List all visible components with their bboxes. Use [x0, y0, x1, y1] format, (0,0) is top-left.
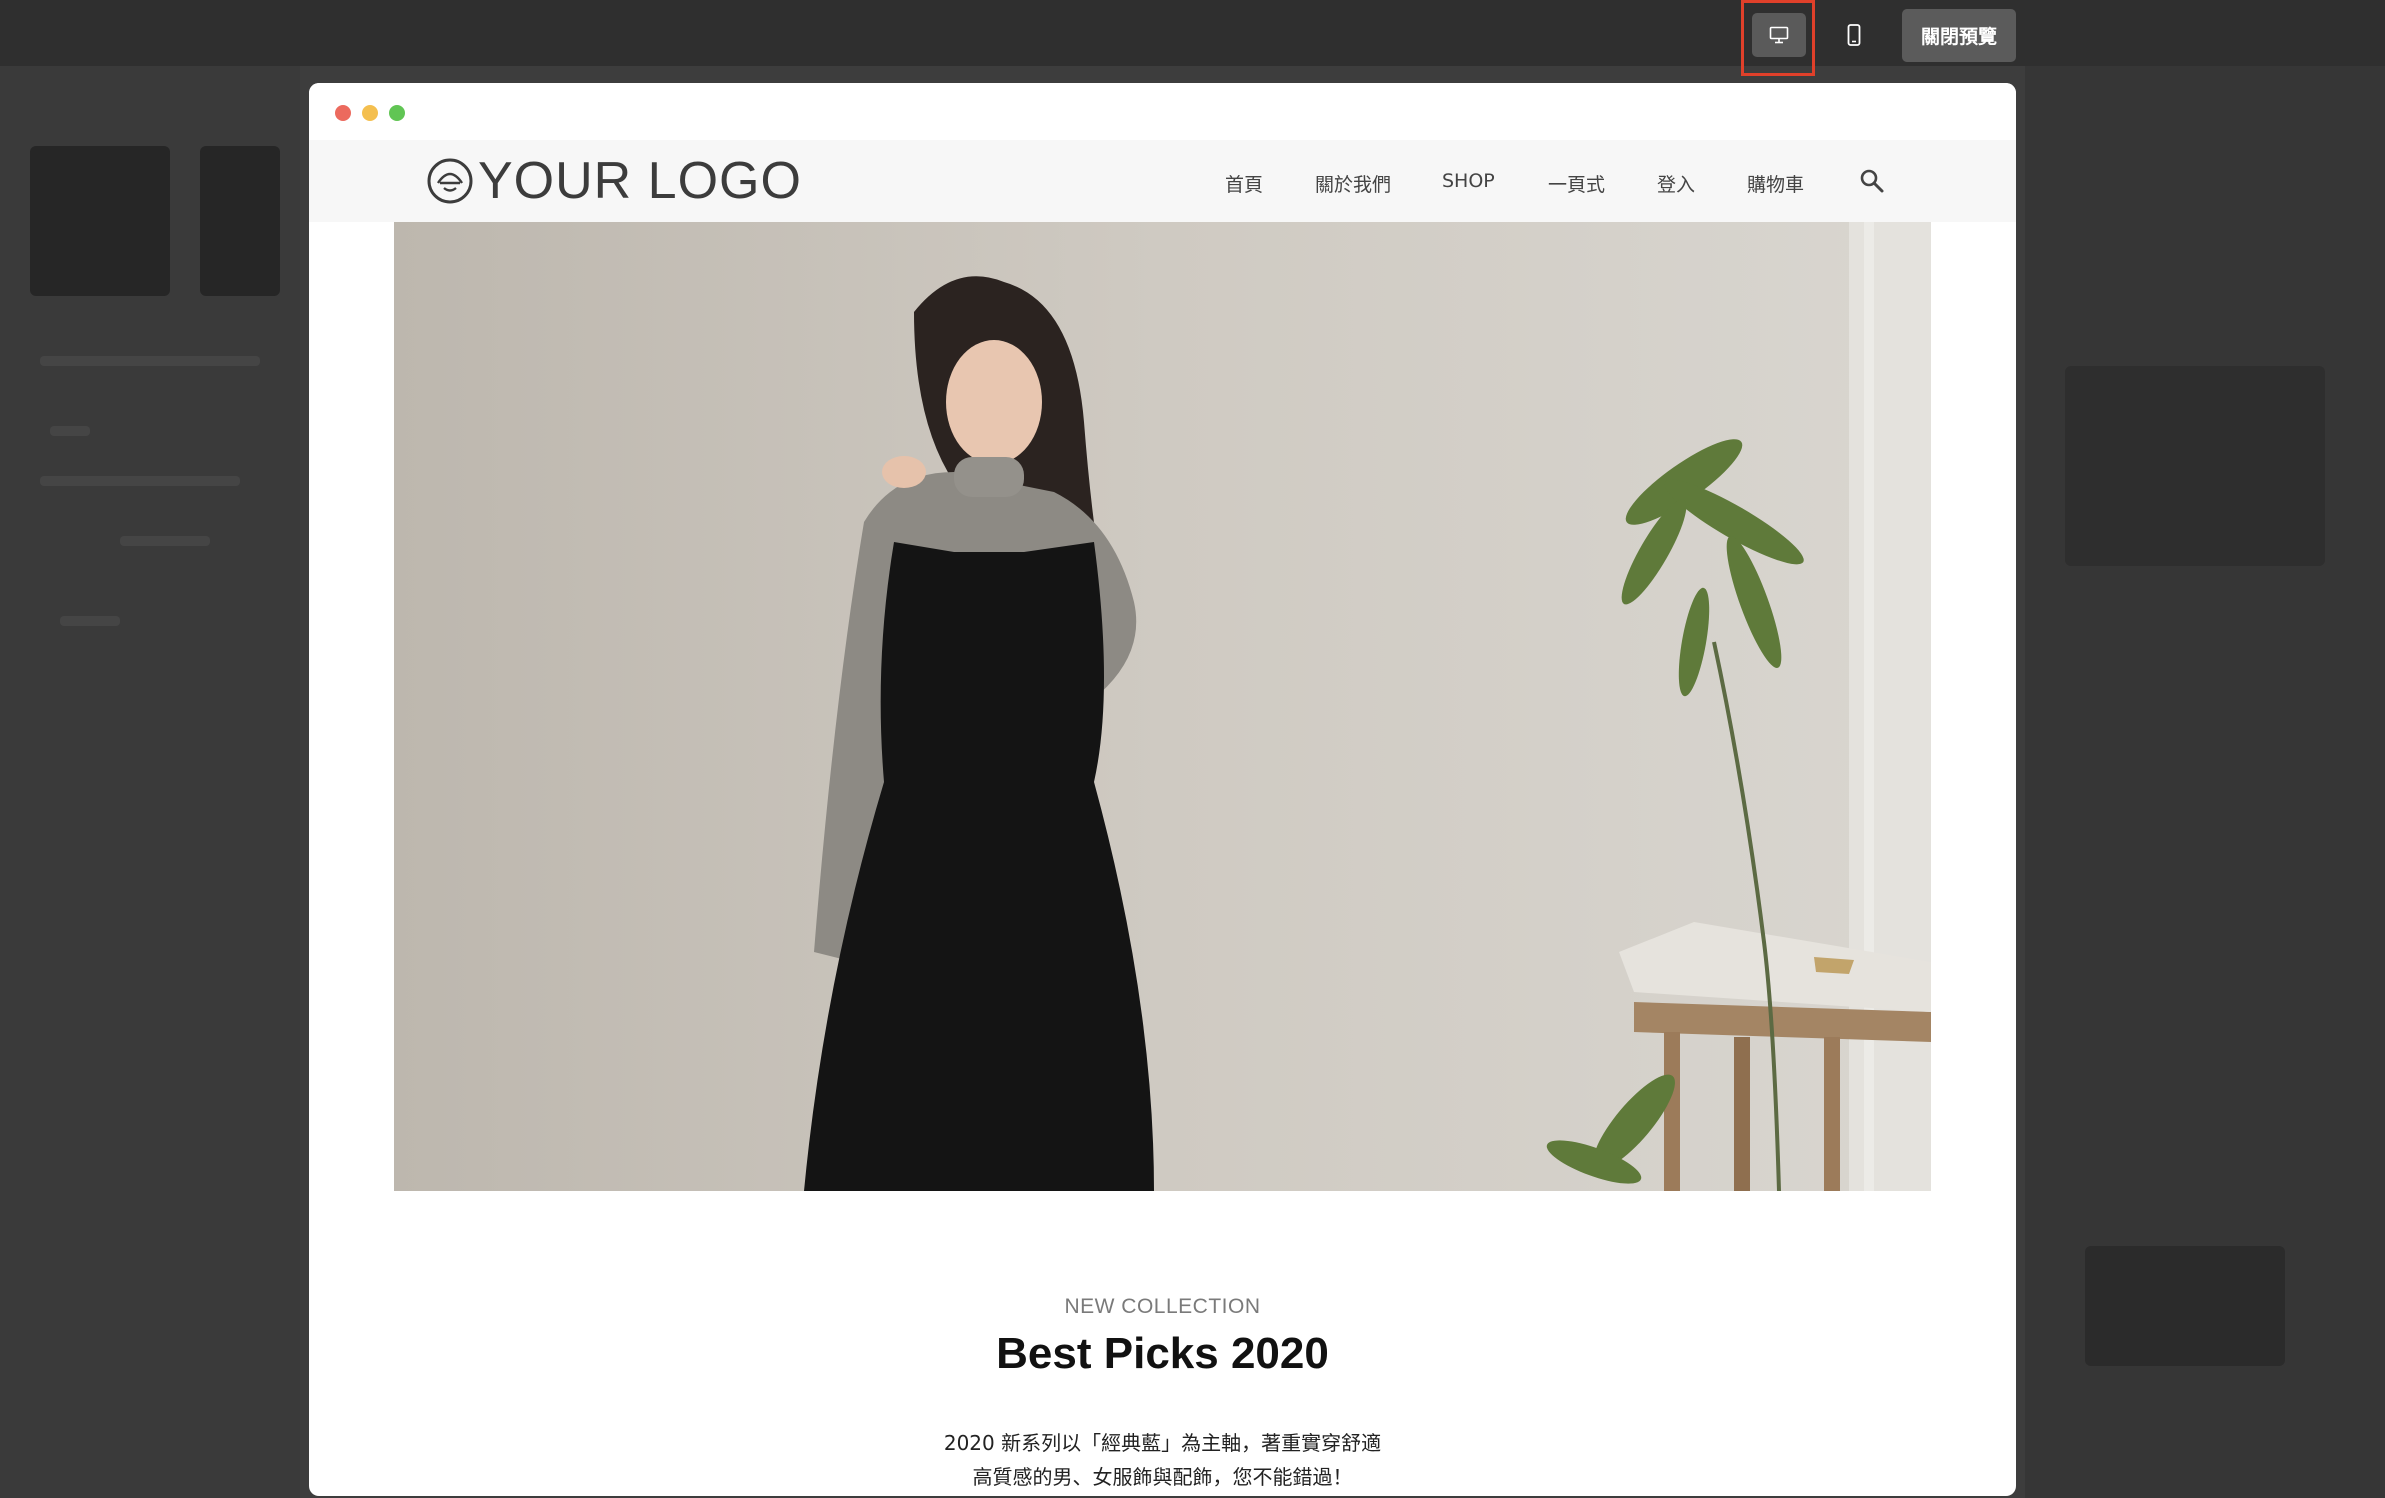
editor-topbar — [0, 0, 2385, 66]
preview-window: YOUR LOGO 首頁 關於我們 SHOP 一頁式 登入 購物車 NEW CO… — [309, 83, 2016, 1496]
nav-home[interactable]: 首頁 — [1225, 170, 1263, 197]
close-preview-button[interactable]: 關閉預覽 — [1902, 9, 2016, 62]
main-nav: 首頁 關於我們 SHOP 一頁式 登入 購物車 — [309, 140, 2016, 222]
editor-right-panel — [2025, 66, 2385, 1498]
window-maximize-dot[interactable] — [389, 105, 405, 121]
editor-left-panel — [0, 66, 300, 1498]
window-titlebar — [309, 83, 2016, 140]
nav-onepage[interactable]: 一頁式 — [1548, 170, 1605, 197]
selected-view-highlight — [1741, 0, 1815, 76]
hero-illustration — [394, 222, 1931, 1191]
nav-shop[interactable]: SHOP — [1442, 170, 1495, 192]
collection-desc-line2: 高質感的男、女服飾與配飾，您不能錯過！ — [972, 1465, 1353, 1489]
mobile-view-button[interactable] — [1834, 13, 1874, 57]
nav-cart[interactable]: 購物車 — [1747, 170, 1804, 197]
phone-icon — [1847, 24, 1861, 46]
collection-label: NEW COLLECTION — [1064, 1295, 1261, 1318]
collection-title: Best Picks 2020 — [996, 1329, 1329, 1378]
window-close-dot[interactable] — [335, 105, 351, 121]
hero-image — [394, 222, 1931, 1191]
window-minimize-dot[interactable] — [362, 105, 378, 121]
nav-login[interactable]: 登入 — [1657, 170, 1695, 197]
search-icon[interactable] — [1859, 168, 1885, 194]
nav-about[interactable]: 關於我們 — [1315, 170, 1391, 197]
site-header: YOUR LOGO 首頁 關於我們 SHOP 一頁式 登入 購物車 — [309, 140, 2016, 222]
collection-desc-line1: 2020 新系列以「經典藍」為主軸，著重實穿舒適 — [943, 1431, 1382, 1455]
